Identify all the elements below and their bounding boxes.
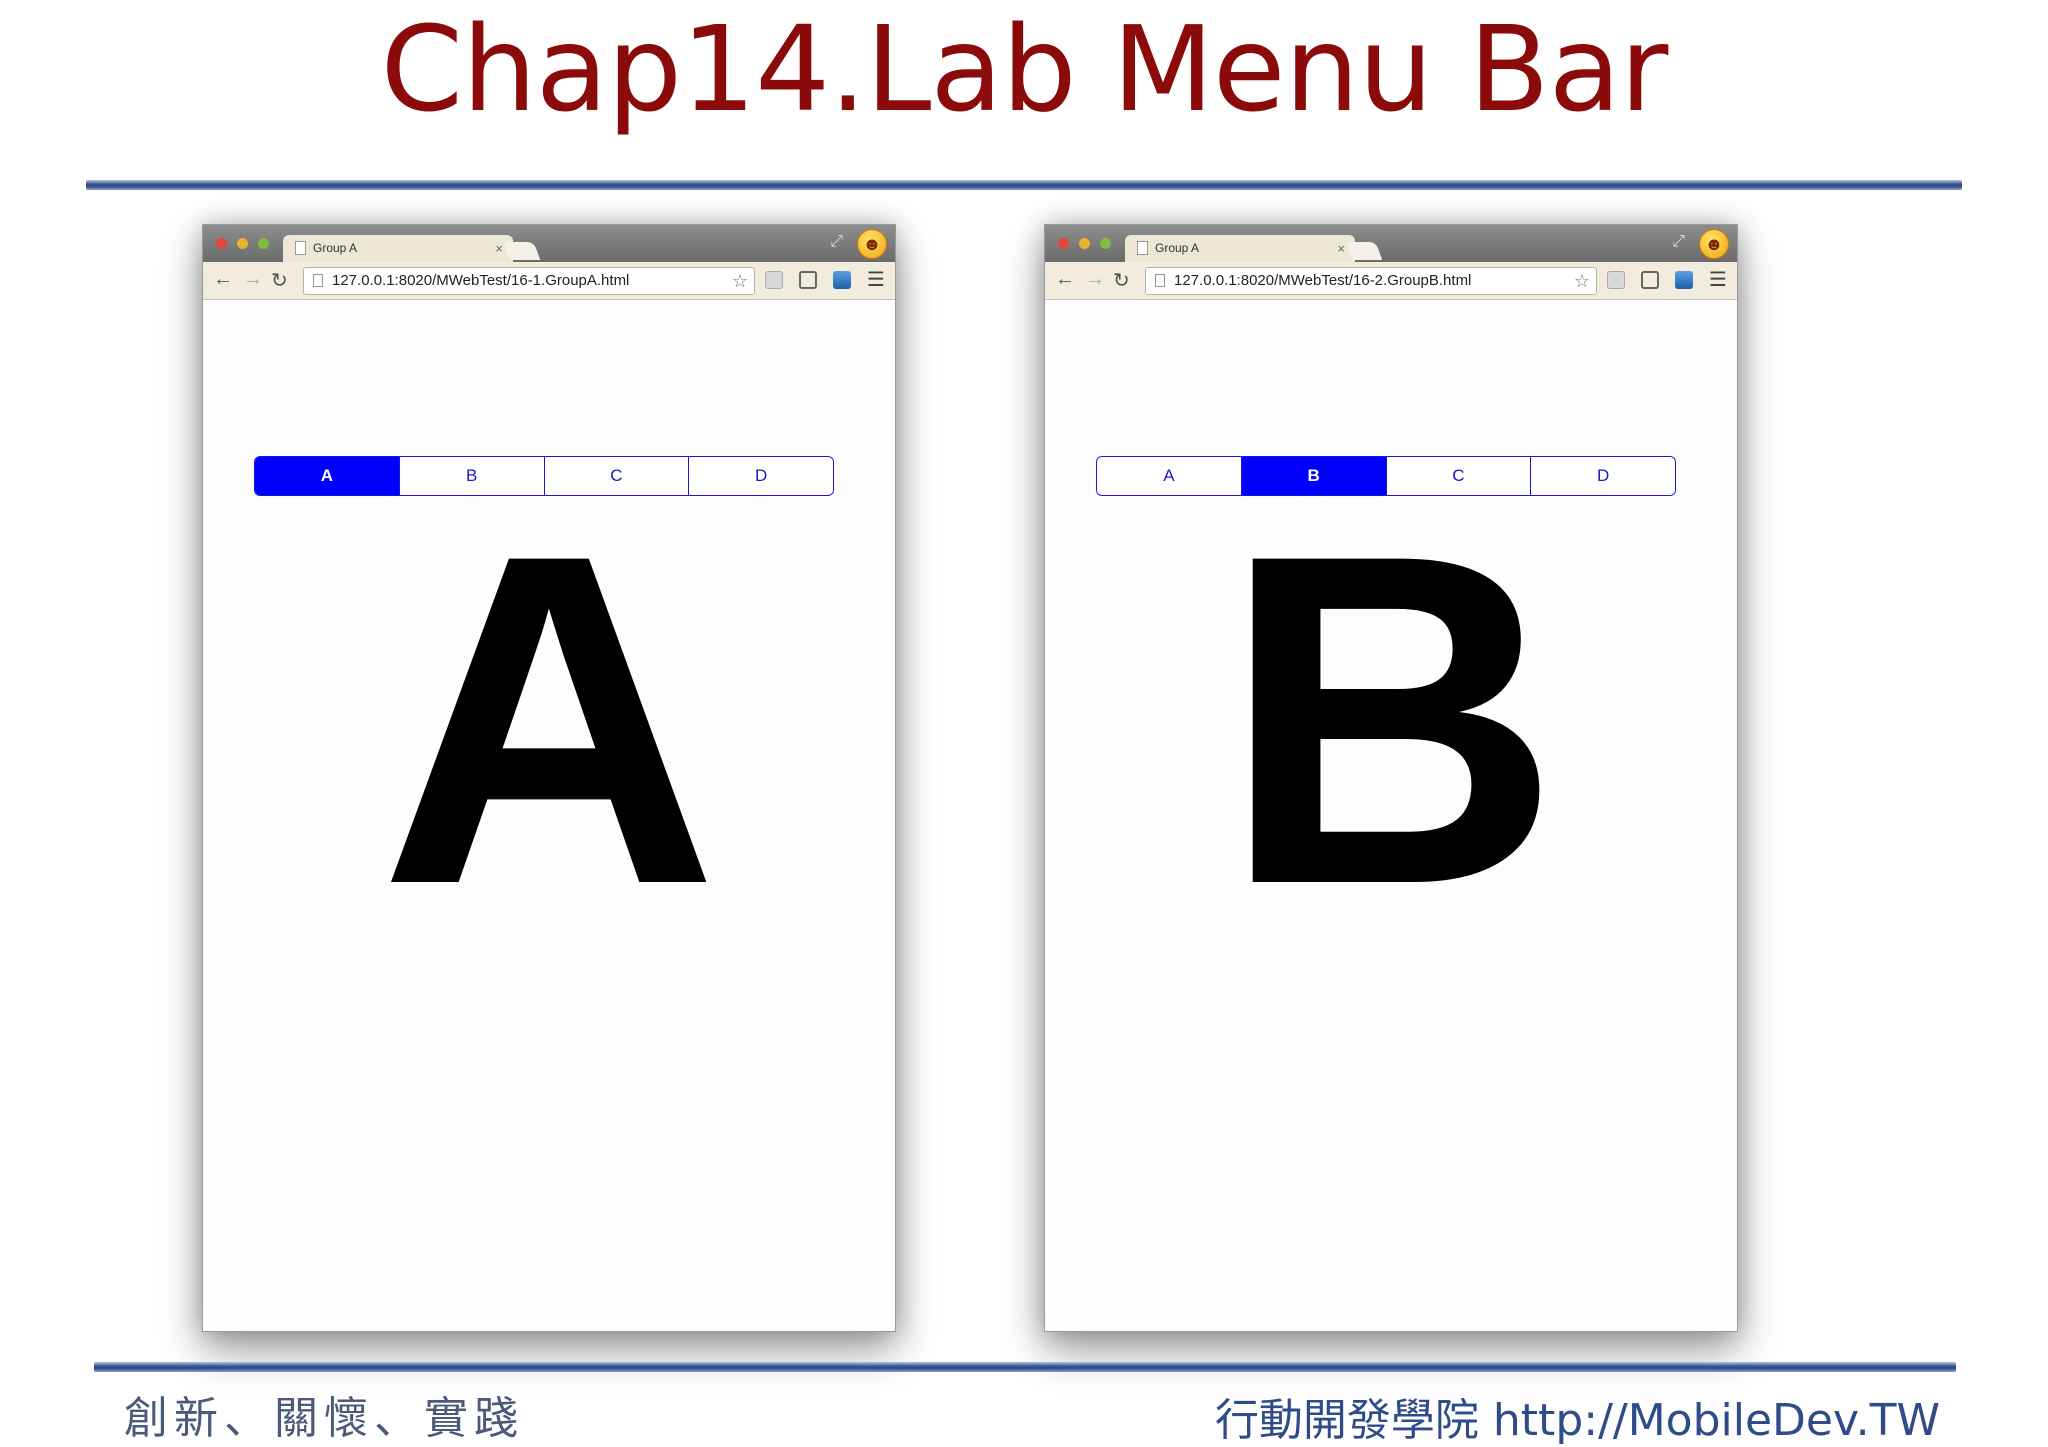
smiley-avatar-icon[interactable]: ☻ xyxy=(1699,229,1729,259)
reload-icon[interactable]: ↻ xyxy=(271,268,288,293)
notepad-extension-icon[interactable] xyxy=(765,271,783,289)
footer-site: 行動開發學院 http://MobileDev.TW xyxy=(1214,1395,1940,1446)
browser-tab[interactable]: Group A × xyxy=(1125,235,1355,262)
back-arrow-icon[interactable]: ← xyxy=(1055,268,1075,291)
minimize-window-button[interactable] xyxy=(1079,238,1090,249)
forward-arrow-icon[interactable]: → xyxy=(243,268,263,291)
tab-close-icon[interactable]: × xyxy=(495,235,503,262)
document-icon xyxy=(295,241,306,255)
minimize-window-button[interactable] xyxy=(237,238,248,249)
top-divider xyxy=(86,180,1962,190)
title-bar: Group A × ⤢ ☻ xyxy=(1045,225,1737,262)
address-bar[interactable]: 127.0.0.1:8020/MWebTest/16-2.GroupB.html… xyxy=(1145,267,1597,295)
page-content-letter: A xyxy=(379,457,719,982)
browser-toolbar: ← → ↻ 127.0.0.1:8020/MWebTest/16-1.Group… xyxy=(203,262,895,300)
tab-close-icon[interactable]: × xyxy=(1337,235,1345,262)
url-text: 127.0.0.1:8020/MWebTest/16-1.GroupA.html xyxy=(332,272,630,289)
tab-title: Group A xyxy=(313,241,358,255)
reload-icon[interactable]: ↻ xyxy=(1113,268,1130,293)
new-tab-button[interactable] xyxy=(1345,242,1383,260)
fullscreen-icon[interactable]: ⤢ xyxy=(1672,233,1685,251)
window-extension-icon[interactable] xyxy=(1675,271,1693,289)
back-arrow-icon[interactable]: ← xyxy=(213,268,233,291)
page-icon xyxy=(1155,274,1165,287)
slide-title: Chap14.Lab Menu Bar xyxy=(380,0,1669,138)
zoom-window-button[interactable] xyxy=(1100,238,1111,249)
url-text: 127.0.0.1:8020/MWebTest/16-2.GroupB.html xyxy=(1174,272,1472,289)
notepad-extension-icon[interactable] xyxy=(1607,271,1625,289)
browser-tab[interactable]: Group A × xyxy=(283,235,513,262)
bookmark-star-icon[interactable]: ☆ xyxy=(1574,268,1590,294)
close-window-button[interactable] xyxy=(216,238,227,249)
tab-title: Group A xyxy=(1155,241,1200,255)
bookmark-star-icon[interactable]: ☆ xyxy=(732,268,748,294)
page-icon xyxy=(313,274,323,287)
zoom-window-button[interactable] xyxy=(258,238,269,249)
screenshot-extension-icon[interactable] xyxy=(799,271,817,289)
hamburger-menu-icon[interactable]: ☰ xyxy=(1709,267,1727,292)
footer-motto: 創新、關懷、實踐 xyxy=(124,1393,524,1444)
new-tab-button[interactable] xyxy=(503,242,541,260)
smiley-avatar-icon[interactable]: ☻ xyxy=(857,229,887,259)
forward-arrow-icon[interactable]: → xyxy=(1085,268,1105,291)
window-extension-icon[interactable] xyxy=(833,271,851,289)
title-bar: Group A × ⤢ ☻ xyxy=(203,225,895,262)
screenshot-extension-icon[interactable] xyxy=(1641,271,1659,289)
browser-window-group-b: Group A × ⤢ ☻ ← → ↻ 127.0.0.1:8020/MWebT… xyxy=(1044,224,1738,1332)
fullscreen-icon[interactable]: ⤢ xyxy=(830,233,843,251)
address-bar[interactable]: 127.0.0.1:8020/MWebTest/16-1.GroupA.html… xyxy=(303,267,755,295)
page-content-letter: B xyxy=(1221,457,1561,982)
bottom-divider xyxy=(94,1362,1956,1372)
document-icon xyxy=(1137,241,1148,255)
browser-toolbar: ← → ↻ 127.0.0.1:8020/MWebTest/16-2.Group… xyxy=(1045,262,1737,300)
hamburger-menu-icon[interactable]: ☰ xyxy=(867,267,885,292)
browser-window-group-a: Group A × ⤢ ☻ ← → ↻ 127.0.0.1:8020/MWebT… xyxy=(202,224,896,1332)
close-window-button[interactable] xyxy=(1058,238,1069,249)
